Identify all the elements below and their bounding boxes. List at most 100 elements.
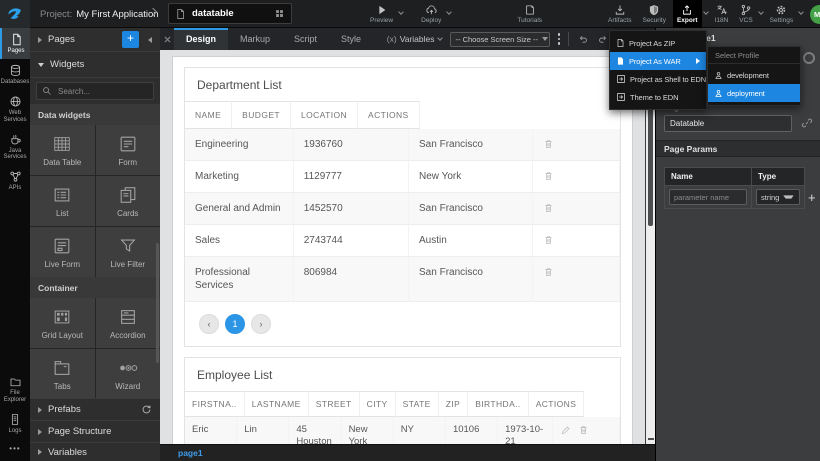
more-options-button[interactable] <box>558 33 561 45</box>
pages-section-row[interactable]: Pages + <box>30 28 160 52</box>
table-row[interactable]: Marketing 1129777 New York <box>185 161 620 193</box>
panel-scrollbar[interactable] <box>156 243 159 363</box>
page-structure-section-row[interactable]: Page Structure <box>30 420 160 442</box>
container-widgets-grid: Grid Layout Accordion Tabs <box>30 298 160 398</box>
sidebar-item-apis[interactable]: APIs <box>0 165 30 196</box>
undo-icon[interactable] <box>577 34 589 45</box>
page-selector[interactable]: datatable <box>168 3 292 24</box>
menu-item-project-shell-edn[interactable]: Project as Shell to EDN <box>610 70 706 88</box>
vcs-button[interactable]: VCS <box>735 0 756 28</box>
employee-list-widget[interactable]: Employee List FIRSTNA..LASTNAMESTREETCIT… <box>184 357 621 444</box>
deploy-button[interactable]: Deploy <box>417 0 445 28</box>
user-avatar[interactable]: MP <box>810 5 820 24</box>
screen-size-select[interactable]: -- Choose Screen Size -- <box>450 32 550 47</box>
widget-search[interactable] <box>36 82 154 100</box>
add-param-button[interactable]: + <box>808 185 816 209</box>
table-row[interactable]: Engineering 1936760 San Francisco <box>185 129 620 161</box>
redo-icon[interactable] <box>597 34 609 45</box>
widget-tabs[interactable]: Tabs <box>30 349 95 398</box>
variables-dropdown[interactable]: (x) Variables <box>387 34 442 44</box>
table-row[interactable]: Sales 2743744 Austin <box>185 225 620 257</box>
sidebar-item-file-explorer[interactable]: FileExplorer <box>0 371 30 408</box>
artifacts-download-icon <box>614 4 626 16</box>
widget-grid-layout[interactable]: Grid Layout <box>30 298 95 348</box>
widget-cards[interactable]: Cards <box>96 176 161 226</box>
search-input[interactable] <box>56 86 148 97</box>
project-breadcrumb: Project: My First Application <box>40 0 159 28</box>
settings-button[interactable]: Settings <box>766 0 798 28</box>
menu-item-label: Project as Shell to EDN <box>630 75 706 84</box>
preview-chevron-icon[interactable] <box>398 9 404 15</box>
delete-row-icon[interactable] <box>543 266 554 278</box>
param-name-input[interactable] <box>669 189 747 205</box>
export-chevron-icon[interactable] <box>703 9 709 15</box>
artifacts-button[interactable]: Artifacts <box>604 0 635 28</box>
tab-markup[interactable]: Markup <box>228 28 282 50</box>
accordion-icon <box>118 307 138 327</box>
variables-section-row[interactable]: Variables <box>30 442 160 461</box>
menu-item-project-as-war[interactable]: Project As WAR <box>610 52 706 70</box>
widget-wizard[interactable]: Wizard <box>96 349 161 398</box>
page-params-header: Page Params <box>656 140 820 157</box>
page-title-input[interactable] <box>664 115 792 132</box>
widget-form[interactable]: Form <box>96 125 161 175</box>
column-header: ACTIONS <box>529 391 585 417</box>
pagination-page-1[interactable]: 1 <box>225 314 245 334</box>
widget-live-filter[interactable]: Live Filter <box>96 227 161 277</box>
pagination-prev-button[interactable]: ‹ <box>199 314 219 334</box>
deploy-chevron-icon[interactable] <box>447 9 453 15</box>
widgets-section-row[interactable]: Widgets <box>30 52 160 78</box>
table-row[interactable]: Eric Lin 45 Houston Street New York NY 1… <box>185 417 620 444</box>
profile-submenu: Select Profile development deployment <box>707 46 801 106</box>
grid-view-icon[interactable] <box>274 8 285 19</box>
collapse-panel-icon[interactable] <box>148 37 152 43</box>
menu-item-theme-edn[interactable]: Theme to EDN <box>610 88 706 106</box>
delete-row-icon[interactable] <box>543 170 554 182</box>
submenu-item-deployment[interactable]: deployment <box>708 84 800 102</box>
add-page-button[interactable]: + <box>122 31 139 48</box>
data-widgets-header: Data widgets <box>30 104 160 125</box>
prefabs-section-row[interactable]: Prefabs <box>30 398 160 420</box>
app-logo[interactable] <box>0 0 30 28</box>
preview-button[interactable]: Preview <box>366 0 397 28</box>
sidebar-item-databases[interactable]: Databases <box>0 59 30 90</box>
tab-style[interactable]: Style <box>329 28 373 50</box>
page-params-table: Name Type string + <box>664 167 812 209</box>
edit-row-icon[interactable] <box>560 425 571 436</box>
employee-table-rows: Eric Lin 45 Houston Street New York NY 1… <box>185 417 620 444</box>
i18n-button[interactable]: I18N <box>711 0 733 28</box>
panel-refresh-icon[interactable] <box>803 52 815 64</box>
tab-design[interactable]: Design <box>174 28 228 50</box>
tab-script[interactable]: Script <box>282 28 329 50</box>
department-list-widget[interactable]: Department List NAMEBUDGETLOCATIONACTION… <box>184 67 621 347</box>
sidebar-item-web-services[interactable]: WebServices <box>0 90 30 128</box>
sidebar-more-button[interactable]: ••• <box>0 439 30 457</box>
panel-toggle-icon[interactable] <box>160 28 174 50</box>
widget-data-table[interactable]: Data Table <box>30 125 95 175</box>
widget-accordion[interactable]: Accordion <box>96 298 161 348</box>
pagination-next-button[interactable]: › <box>251 314 271 334</box>
delete-row-icon[interactable] <box>543 234 554 246</box>
delete-row-icon[interactable] <box>543 138 554 150</box>
widget-live-form[interactable]: Live Form <box>30 227 95 277</box>
delete-row-icon[interactable] <box>543 202 554 214</box>
sidebar-item-java-services[interactable]: JavaServices <box>0 128 30 166</box>
settings-chevron-icon[interactable] <box>798 9 804 15</box>
page-preview[interactable]: Department List NAMEBUDGETLOCATIONACTION… <box>172 56 633 444</box>
menu-item-project-as-zip[interactable]: Project As ZIP <box>610 34 706 52</box>
bind-link-icon[interactable] <box>801 117 813 129</box>
param-type-select[interactable]: string <box>756 189 800 205</box>
security-button[interactable]: Security <box>638 0 669 28</box>
sidebar-item-logs[interactable]: Logs <box>0 408 30 439</box>
export-button[interactable]: Export <box>673 0 702 28</box>
vcs-chevron-icon[interactable] <box>758 9 764 15</box>
table-row[interactable]: General and Admin 1452570 San Francisco <box>185 193 620 225</box>
tutorials-button[interactable]: Tutorials <box>513 0 546 28</box>
sidebar-item-pages[interactable]: Pages <box>0 28 30 59</box>
table-row[interactable]: Professional Services 806984 San Francis… <box>185 257 620 302</box>
page-tab-page1[interactable]: page1 <box>178 448 203 458</box>
delete-row-icon[interactable] <box>578 424 589 436</box>
refresh-icon[interactable] <box>141 404 152 415</box>
submenu-item-development[interactable]: development <box>708 66 800 84</box>
widget-list[interactable]: List <box>30 176 95 226</box>
